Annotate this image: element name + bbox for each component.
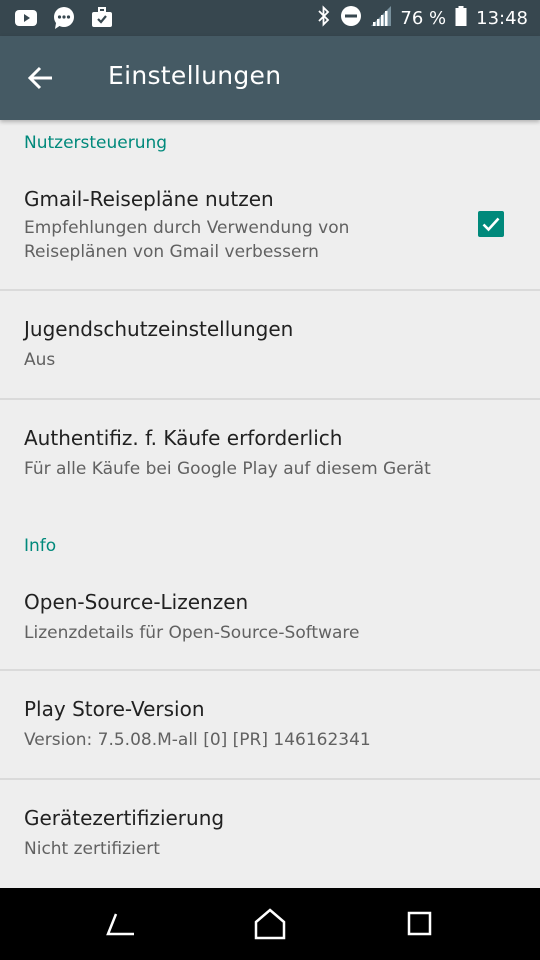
pref-summary: Lizenzdetails für Open-Source-Software — [24, 623, 360, 643]
back-button[interactable] — [20, 58, 64, 98]
youtube-icon — [14, 7, 38, 33]
pref-summary: Version: 7.5.08.M-all [0] [PR] 146162341 — [24, 730, 371, 750]
clock: 13:48 — [476, 7, 528, 29]
status-bar: 76 % 13:48 — [0, 0, 540, 36]
pref-title: Gerätezertifizierung — [24, 806, 225, 830]
home-icon — [250, 908, 290, 946]
pref-title: Play Store-Version — [24, 697, 205, 721]
nav-back-button[interactable] — [100, 906, 140, 942]
pref-summary-line2: Reiseplänen von Gmail verbessern — [24, 242, 319, 262]
pref-title: Jugendschutzeinstellungen — [24, 317, 294, 341]
arrow-back-icon — [20, 66, 64, 102]
app-bar: Einstellungen — [0, 36, 540, 120]
briefcase-check-icon — [90, 7, 114, 33]
battery-percent: 76 % — [400, 7, 447, 29]
recents-icon — [400, 911, 440, 946]
settings-list: Nutzersteuerung Gmail-Reisepläne nutzen … — [0, 120, 540, 888]
checkmark-icon — [478, 217, 504, 241]
pref-summary-line1: Empfehlungen durch Verwendung von — [24, 218, 350, 238]
do-not-disturb-icon — [340, 5, 362, 32]
pref-summary: Für alle Käufe bei Google Play auf diese… — [24, 459, 431, 479]
pref-title: Authentifiz. f. Käufe erforderlich — [24, 426, 343, 450]
back-icon — [100, 913, 140, 946]
signal-icon — [371, 5, 392, 31]
nav-recents-button[interactable] — [400, 906, 440, 942]
navigation-bar — [0, 888, 540, 960]
pref-device-certification[interactable]: Gerätezertifizierung Nicht zertifiziert — [0, 780, 540, 888]
page-title: Einstellungen — [108, 61, 282, 90]
pref-gmail-travel-plans[interactable]: Gmail-Reisepläne nutzen Empfehlungen dur… — [0, 176, 540, 290]
pref-title: Gmail-Reisepläne nutzen — [24, 187, 274, 211]
system-status: 76 % 13:48 — [317, 0, 528, 36]
section-header-info: Info — [24, 536, 57, 556]
pref-summary: Nicht zertifiziert — [24, 839, 160, 859]
battery-icon — [455, 5, 467, 32]
notification-icons — [14, 7, 114, 33]
pref-purchase-authentication[interactable]: Authentifiz. f. Käufe erforderlich Für a… — [0, 400, 540, 510]
pref-parental-controls[interactable]: Jugendschutzeinstellungen Aus — [0, 291, 540, 398]
pref-title: Open-Source-Lizenzen — [24, 590, 249, 614]
gmail-travel-checkbox[interactable] — [478, 211, 504, 237]
pref-play-store-version[interactable]: Play Store-Version Version: 7.5.08.M-all… — [0, 671, 540, 778]
pref-summary: Aus — [24, 350, 56, 370]
chat-bubble-icon — [52, 7, 76, 33]
section-header-user-controls: Nutzersteuerung — [24, 133, 168, 153]
nav-home-button[interactable] — [250, 906, 290, 942]
pref-open-source-licenses[interactable]: Open-Source-Lizenzen Lizenzdetails für O… — [0, 572, 540, 668]
bluetooth-icon — [317, 4, 331, 32]
